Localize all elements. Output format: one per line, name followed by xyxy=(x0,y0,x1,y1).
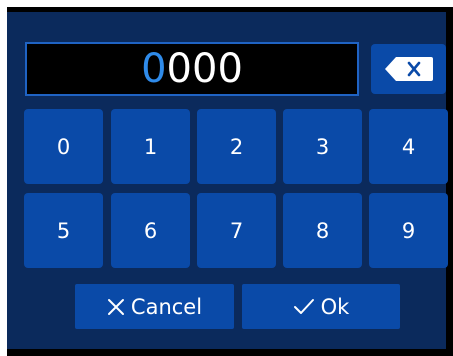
key-9[interactable]: 9 xyxy=(369,193,448,268)
ok-button[interactable]: Ok xyxy=(242,284,400,329)
backspace-icon xyxy=(384,57,433,81)
key-3[interactable]: 3 xyxy=(283,109,362,184)
key-label: 2 xyxy=(229,134,244,159)
key-6[interactable]: 6 xyxy=(111,193,190,268)
key-label: 9 xyxy=(401,218,416,243)
key-label: 7 xyxy=(229,218,244,243)
pin-cursor-digit: 0 xyxy=(141,46,167,92)
pin-digits: 000 xyxy=(166,46,243,92)
key-label: 3 xyxy=(315,134,330,159)
key-label: 4 xyxy=(401,134,416,159)
keypad-panel: 0 000 0 1 2 3 4 5 6 7 8 9 Cancel Ok xyxy=(7,12,448,349)
key-5[interactable]: 5 xyxy=(24,193,103,268)
key-label: 8 xyxy=(315,218,330,243)
key-0[interactable]: 0 xyxy=(24,109,103,184)
ok-label: Ok xyxy=(320,294,350,319)
key-2[interactable]: 2 xyxy=(197,109,276,184)
key-label: 5 xyxy=(56,218,71,243)
key-4[interactable]: 4 xyxy=(369,109,448,184)
key-label: 6 xyxy=(143,218,158,243)
cancel-button[interactable]: Cancel xyxy=(75,284,234,329)
key-label: 0 xyxy=(56,134,71,159)
key-8[interactable]: 8 xyxy=(283,193,362,268)
key-7[interactable]: 7 xyxy=(197,193,276,268)
close-icon xyxy=(107,298,124,315)
check-icon xyxy=(293,298,314,314)
backspace-button[interactable] xyxy=(371,44,446,94)
key-1[interactable]: 1 xyxy=(111,109,190,184)
key-label: 1 xyxy=(143,134,158,159)
pin-display: 0 000 xyxy=(25,42,359,96)
cancel-label: Cancel xyxy=(130,294,203,319)
